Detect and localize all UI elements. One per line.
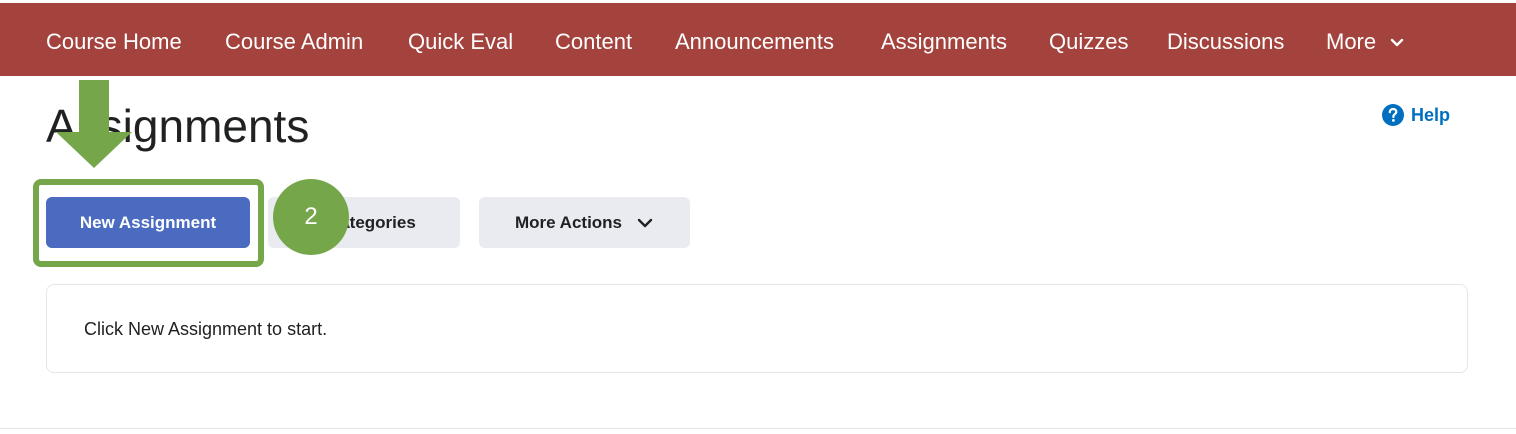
nav-more-label: More [1326, 29, 1377, 54]
nav-item-quizzes[interactable]: Quizzes [1049, 27, 1128, 57]
arrow-down-icon [56, 80, 132, 168]
step-number-badge: 2 [273, 179, 349, 255]
nav-item-content[interactable]: Content [555, 27, 632, 57]
bottom-divider [0, 428, 1516, 429]
chevron-down-icon [637, 218, 653, 227]
nav-item-discussions[interactable]: Discussions [1167, 27, 1284, 57]
course-navbar: Course Home Course Admin Quick Eval Cont… [0, 3, 1516, 76]
empty-state-panel: Click New Assignment to start. [46, 284, 1468, 373]
nav-item-announcements[interactable]: Announcements [675, 27, 834, 57]
chevron-down-icon [1391, 38, 1404, 47]
help-link[interactable]: Help [1381, 103, 1450, 127]
nav-item-more[interactable]: More [1326, 27, 1404, 57]
categories-button-label: ategories [340, 212, 416, 232]
nav-item-quick-eval[interactable]: Quick Eval [408, 27, 513, 57]
help-icon [1382, 104, 1404, 126]
help-label: Help [1411, 104, 1451, 125]
nav-item-assignments[interactable]: Assignments [881, 27, 1007, 57]
new-assignment-highlight [33, 179, 264, 267]
more-actions-label: More Actions [514, 212, 623, 232]
assignments-page: Course Home Course Admin Quick Eval Cont… [0, 0, 1516, 434]
empty-state-message: Click New Assignment to start. [84, 319, 328, 339]
nav-item-course-admin[interactable]: Course Admin [225, 27, 363, 57]
more-actions-button[interactable]: More Actions [479, 197, 690, 248]
nav-item-course-home[interactable]: Course Home [46, 27, 182, 57]
